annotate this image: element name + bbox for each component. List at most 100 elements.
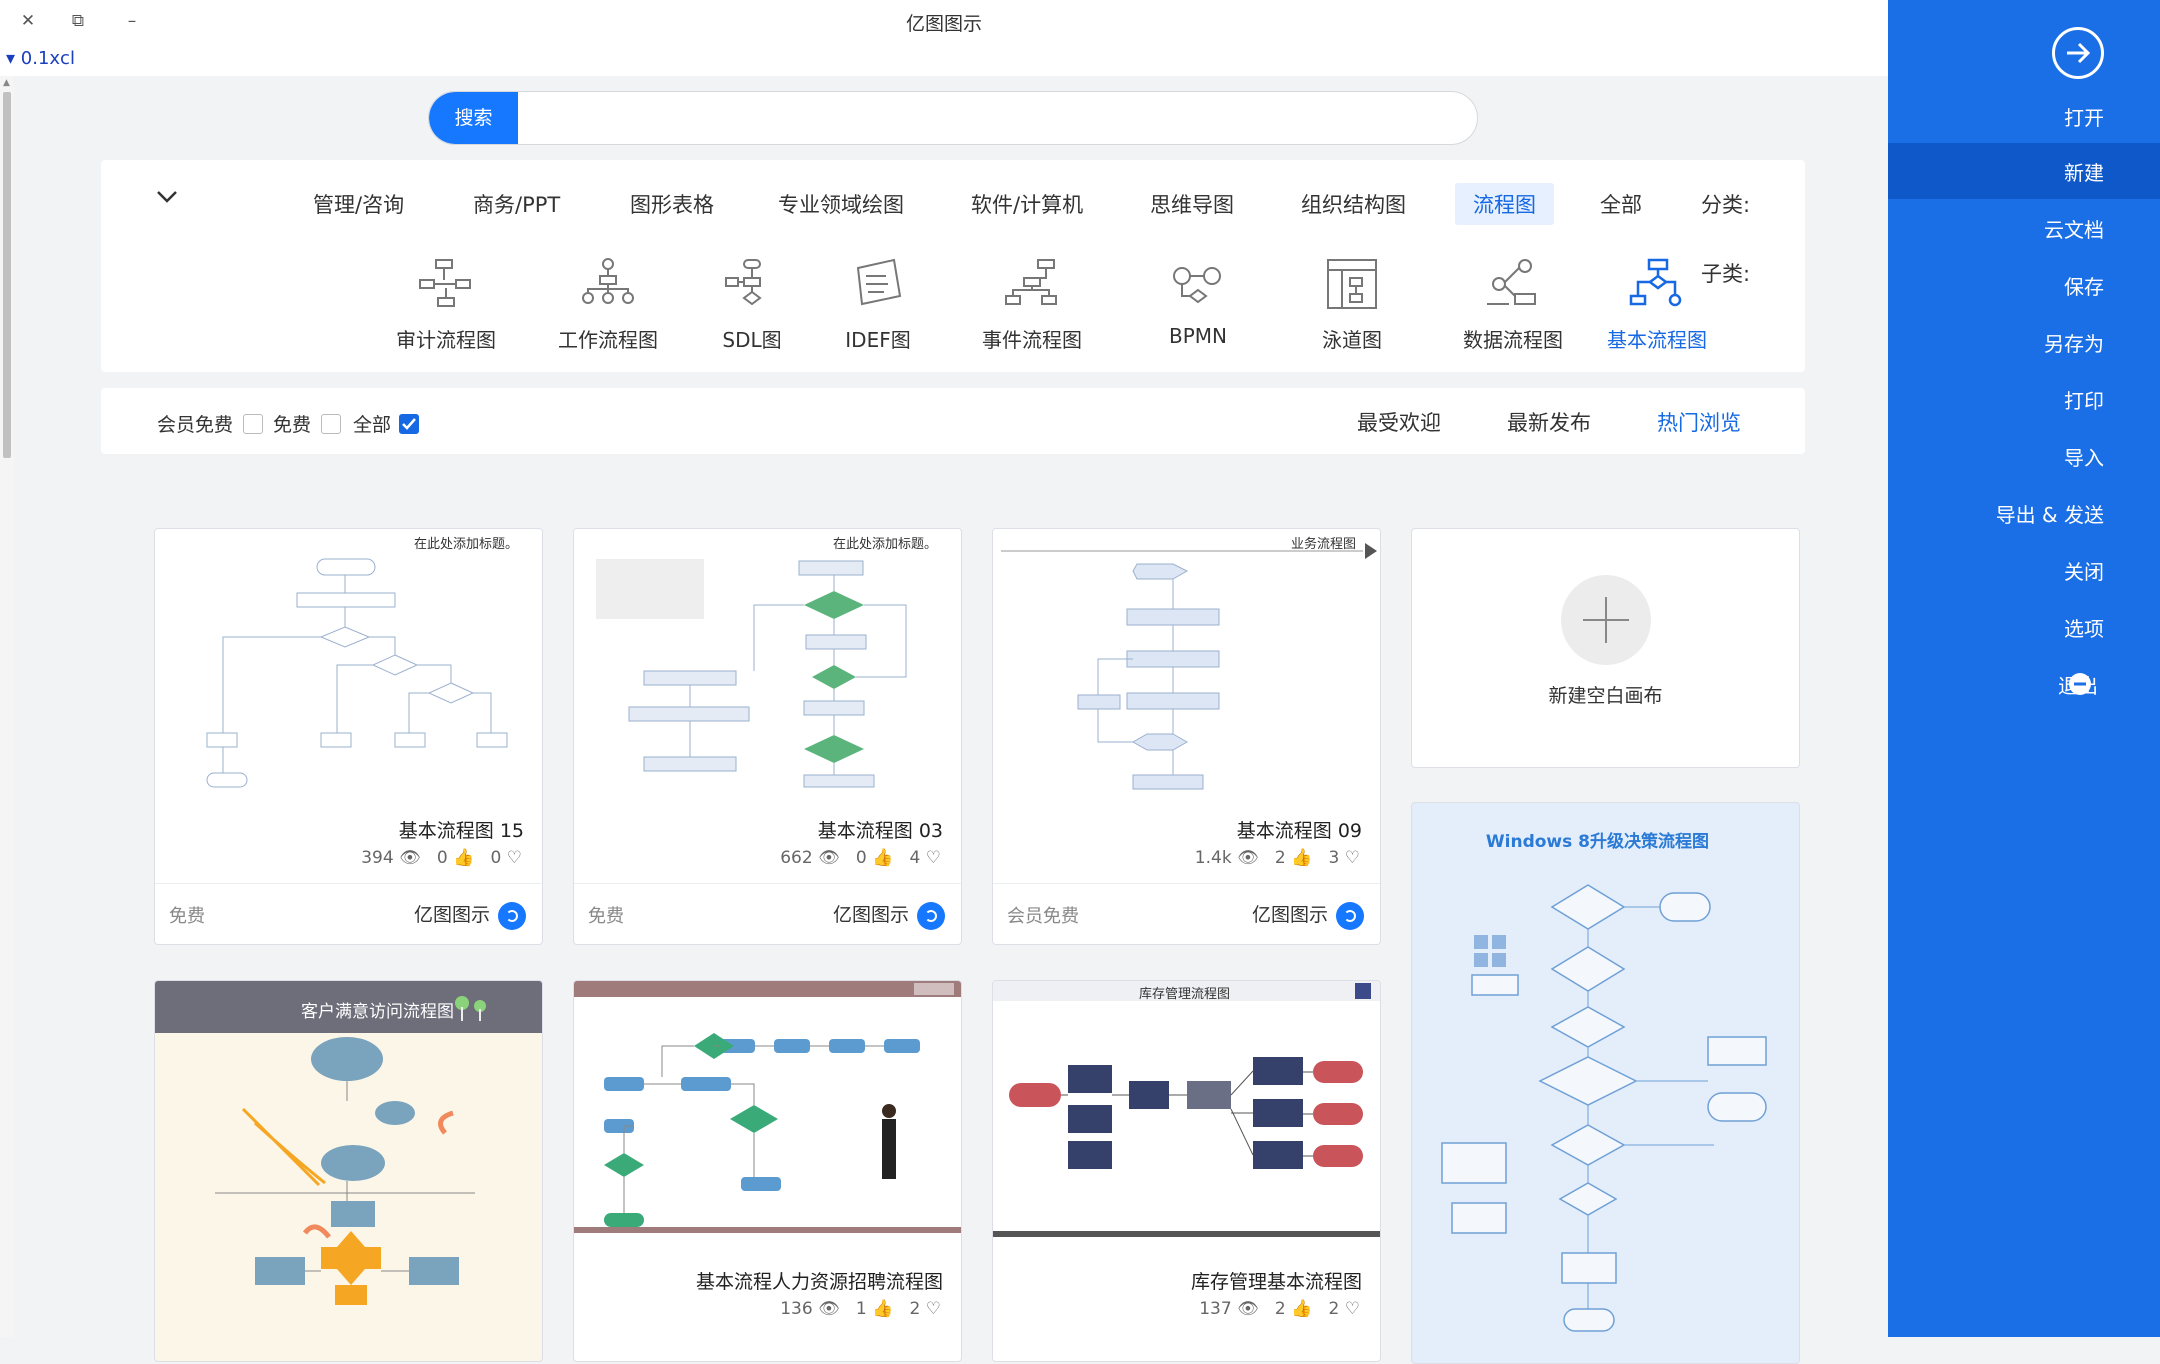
subcategory-event-flow[interactable]: 事件流程图 <box>967 256 1097 353</box>
sort-latest[interactable]: 最新发布 <box>1507 407 1591 437</box>
category-org-chart[interactable]: 组织结构图 <box>1301 189 1406 219</box>
subcategory-data-flow[interactable]: 数据流程图 <box>1448 256 1578 353</box>
price-label: 免费 <box>588 906 624 927</box>
menu-save-as[interactable]: 另存为 <box>1888 314 2160 370</box>
menu-label: 打印 <box>2064 389 2104 413</box>
thumb-up-icon[interactable]: 👍 <box>872 1299 893 1319</box>
data-flow-icon <box>1487 259 1536 305</box>
search-button[interactable]: 搜索 <box>429 92 518 144</box>
heart-icon[interactable]: ♡ <box>1345 848 1360 868</box>
eye-icon: 👁 <box>1237 1299 1259 1319</box>
subcategory-workflow[interactable]: 工作流程图 <box>543 256 673 353</box>
menu-label: 打开 <box>2064 106 2104 130</box>
price-label: 免费 <box>169 906 205 927</box>
scroll-up-icon[interactable]: ▲ <box>3 78 10 88</box>
category-mindmap[interactable]: 思维导图 <box>1150 189 1234 219</box>
view-count: 136 <box>780 1299 813 1319</box>
category-business-ppt[interactable]: 商务/PPT <box>473 189 560 219</box>
category-flowchart[interactable]: 流程图 <box>1455 183 1554 225</box>
template-card[interactable]: 业务流程图 基本流程图 09 1.4k 👁 2 👍 3 ♡ 会员免费 亿图图示 <box>992 528 1381 945</box>
menu-cloud-docs[interactable]: 云文档 <box>1888 200 2160 256</box>
like-count: 2 <box>1274 1299 1286 1319</box>
template-thumbnail: 在此处添加标题。 <box>574 529 961 791</box>
checkbox-label: 免费 <box>273 414 312 436</box>
arrow-right-circle-icon[interactable] <box>2052 27 2104 79</box>
menu-close[interactable]: 关闭 <box>1888 542 2160 598</box>
fav-count: 4 <box>909 848 921 868</box>
menu-save[interactable]: 保存 <box>1888 257 2160 313</box>
checkbox-label: 全部 <box>353 414 392 436</box>
brand: 亿图图示 <box>833 900 945 930</box>
tree-icon <box>455 996 469 1021</box>
category-software[interactable]: 软件/计算机 <box>971 189 1083 219</box>
heart-icon[interactable]: ♡ <box>926 1299 941 1319</box>
template-card[interactable]: 库存管理流程图 库存管理基本流程图 137 👁 2 👍 2 ♡ <box>992 980 1381 1362</box>
heart-icon[interactable]: ♡ <box>926 848 941 868</box>
thumbnail-header: 客户满意访问流程图 <box>155 981 542 1033</box>
menu-print[interactable]: 打印 <box>1888 371 2160 427</box>
thumb-up-icon[interactable]: 👍 <box>872 848 893 868</box>
thumbnail-title: 在此处添加标题。 <box>413 537 518 552</box>
close-icon[interactable]: ✕ <box>8 6 48 36</box>
audit-flow-icon <box>419 259 471 307</box>
heart-icon[interactable]: ♡ <box>507 848 522 868</box>
fav-count: 2 <box>909 1299 921 1319</box>
scrollbar-thumb[interactable] <box>3 92 11 458</box>
thumb-up-icon[interactable]: 👍 <box>1291 848 1312 868</box>
template-card[interactable]: 基本流程人力资源招聘流程图 136 👁 1 👍 2 ♡ <box>573 980 962 1362</box>
category-professional[interactable]: 专业领域绘图 <box>778 189 904 219</box>
version-selector[interactable]: ▾ 0.1ⅹcl <box>6 48 75 69</box>
sort-popular[interactable]: 热门浏览 <box>1657 407 1741 437</box>
menu-open[interactable]: 打开 <box>1888 88 2160 144</box>
like-count: 0 <box>855 848 867 868</box>
template-card[interactable]: 在此处添加标题。 基本流程图 15 394 👁 0 👍 0 ♡ 免费 亿图图示 <box>154 528 543 945</box>
template-card[interactable]: Windows 8升级决策流程图 <box>1411 802 1800 1364</box>
plus-icon <box>1561 575 1651 665</box>
heart-icon[interactable]: ♡ <box>1345 1299 1360 1319</box>
thumb-up-icon[interactable]: 👍 <box>453 848 474 868</box>
menu-label: 导入 <box>2064 446 2104 470</box>
restore-icon[interactable]: ⧉ <box>58 6 98 36</box>
subcategory-swimlane[interactable]: 泳道图 <box>1287 256 1417 353</box>
brand: 亿图图示 <box>1252 900 1364 930</box>
subcategory-label-text: 数据流程图 <box>1463 328 1563 352</box>
free-checkbox[interactable] <box>321 414 341 434</box>
template-card[interactable]: 在此处添加标题。 基本流程图 03 662 👁 0 👍 4 ♡ 免费 亿图图示 <box>573 528 962 945</box>
subcategory-bpmn[interactable]: BPMN <box>1133 256 1263 348</box>
swimlane-icon <box>1327 259 1377 309</box>
menu-options[interactable]: 选项 <box>1888 599 2160 655</box>
view-count: 137 <box>1199 1299 1232 1319</box>
category-management[interactable]: 管理/咨询 <box>313 189 404 219</box>
window-title: 亿图图示 <box>905 13 982 35</box>
chevron-down-icon[interactable] <box>156 190 178 204</box>
subcategory-audit-flow[interactable]: 审计流程图 <box>381 256 511 353</box>
member-free-checkbox[interactable] <box>243 414 263 434</box>
workflow-icon <box>582 258 634 304</box>
sort-most-liked[interactable]: 最受欢迎 <box>1357 407 1441 437</box>
blank-canvas-card[interactable]: 新建空白画布 <box>1411 528 1800 768</box>
menu-export-send[interactable]: 导出 & 发送 <box>1888 485 2160 541</box>
menu-new[interactable]: 新建 <box>1888 143 2160 199</box>
brand-logo-icon <box>917 901 945 930</box>
thumb-up-icon[interactable]: 👍 <box>1291 1299 1312 1319</box>
category-all[interactable]: 全部 <box>1600 189 1642 219</box>
menu-import[interactable]: 导入 <box>1888 428 2160 484</box>
brand: 亿图图示 <box>414 900 526 930</box>
blank-canvas-label: 新建空白画布 <box>1548 685 1663 707</box>
subcategory-basic-flowchart[interactable]: 基本流程图 <box>1592 256 1722 353</box>
subcategory-sdl[interactable]: SDL图 <box>687 256 817 353</box>
eye-icon: 👁 <box>1237 848 1259 868</box>
template-thumbnail <box>215 1037 475 1305</box>
all-checkbox[interactable] <box>399 414 419 434</box>
subcategory-idef[interactable]: IDEF图 <box>813 256 943 353</box>
template-thumbnail <box>574 981 961 1243</box>
version-label: 0.1ⅹcl <box>20 48 75 69</box>
template-stats: 662 👁 0 👍 4 ♡ <box>780 848 941 868</box>
search-input[interactable] <box>529 100 1463 136</box>
like-count: 0 <box>436 848 448 868</box>
menu-exit[interactable]: 退出 <box>1888 656 2160 712</box>
category-graphic-table[interactable]: 图形表格 <box>630 189 714 219</box>
template-card[interactable]: 客户满意访问流程图 <box>154 980 543 1362</box>
minimize-icon[interactable]: – <box>112 6 152 36</box>
template-stats: 137 👁 2 👍 2 ♡ <box>1199 1299 1360 1319</box>
